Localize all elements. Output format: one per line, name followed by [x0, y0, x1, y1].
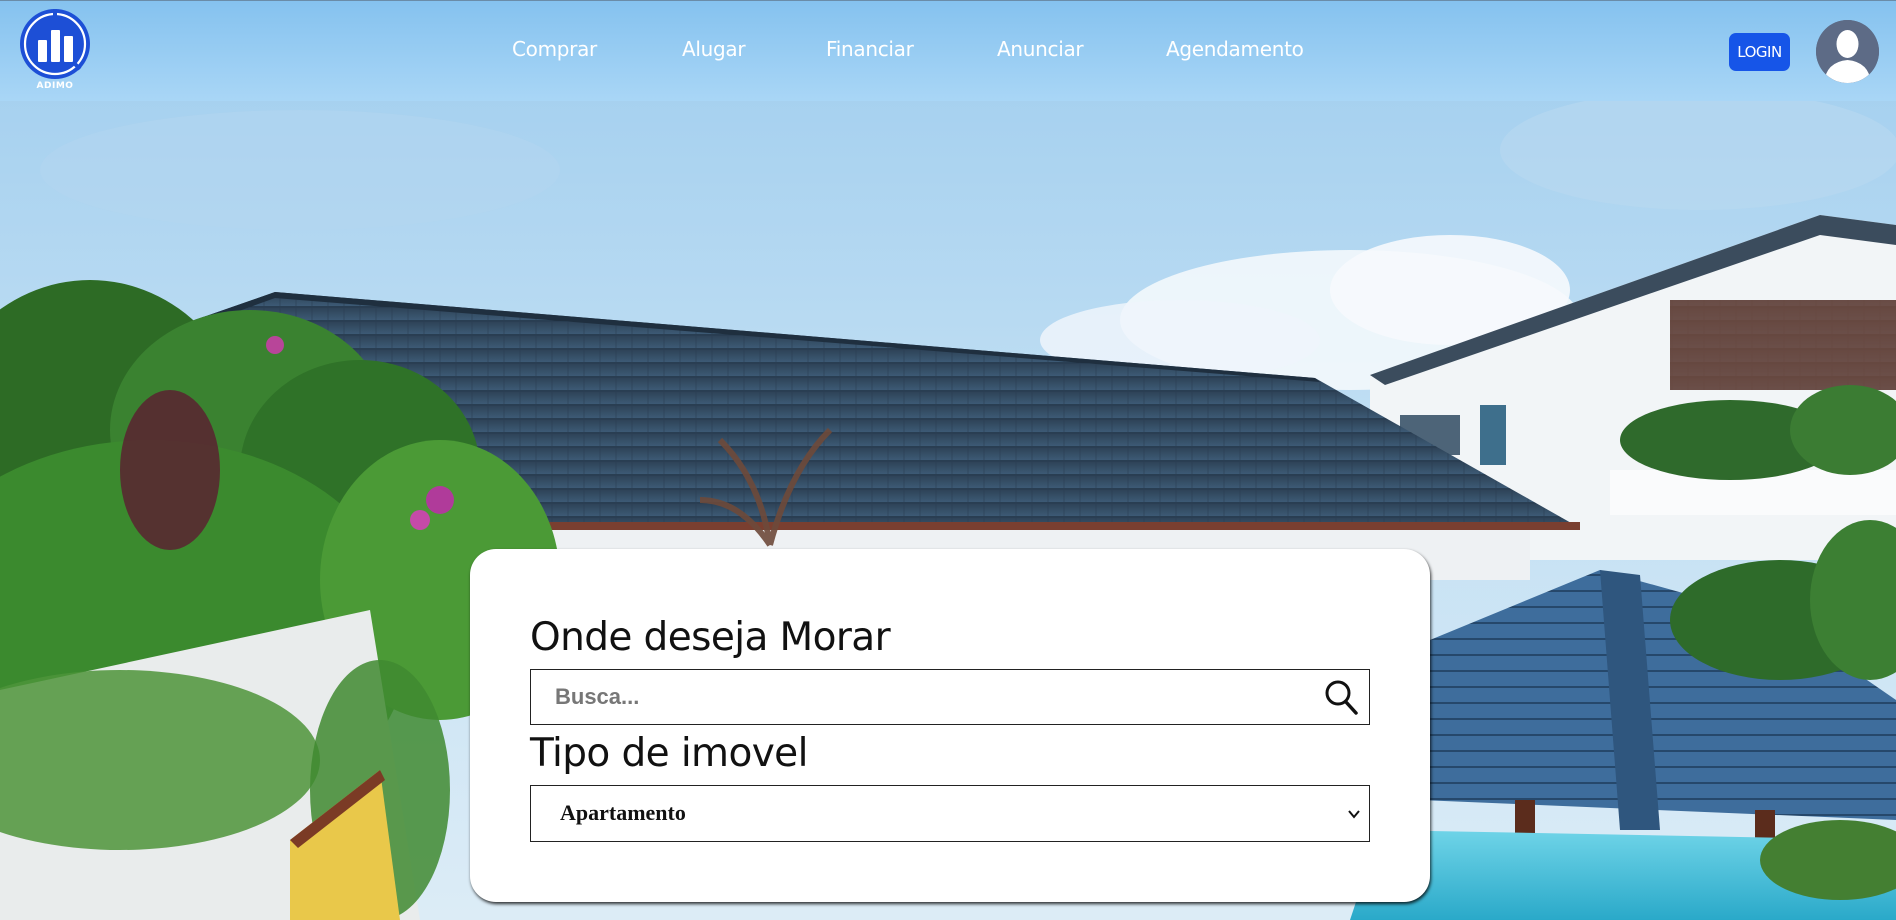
chevron-down-icon [1348, 810, 1360, 819]
location-title: Onde deseja Morar [530, 615, 891, 660]
login-button[interactable]: LOGIN [1729, 33, 1790, 71]
search-card: Onde deseja Morar Tipo de imovel Apartam… [470, 549, 1430, 902]
nav-item-agendamento[interactable]: Agendamento [1166, 37, 1304, 61]
top-navbar: ADIMO Comprar Alugar Financiar Anunciar … [0, 0, 1896, 101]
user-avatar-icon [1816, 20, 1879, 83]
main-nav: Comprar Alugar Financiar Anunciar Agenda… [0, 37, 1896, 67]
property-type-title: Tipo de imovel [530, 731, 808, 776]
user-avatar[interactable] [1816, 20, 1879, 83]
property-type-select[interactable]: Apartamento [530, 785, 1370, 842]
page: ADIMO Comprar Alugar Financiar Anunciar … [0, 0, 1896, 920]
nav-item-comprar[interactable]: Comprar [512, 37, 597, 61]
search-field [530, 669, 1370, 725]
property-type-selected: Apartamento [560, 800, 686, 825]
brand-name: ADIMO [36, 81, 74, 91]
nav-item-financiar[interactable]: Financiar [826, 37, 914, 61]
nav-item-anunciar[interactable]: Anunciar [997, 37, 1084, 61]
search-input[interactable] [531, 670, 1311, 723]
search-icon[interactable] [1323, 678, 1359, 716]
nav-item-alugar[interactable]: Alugar [682, 37, 746, 61]
